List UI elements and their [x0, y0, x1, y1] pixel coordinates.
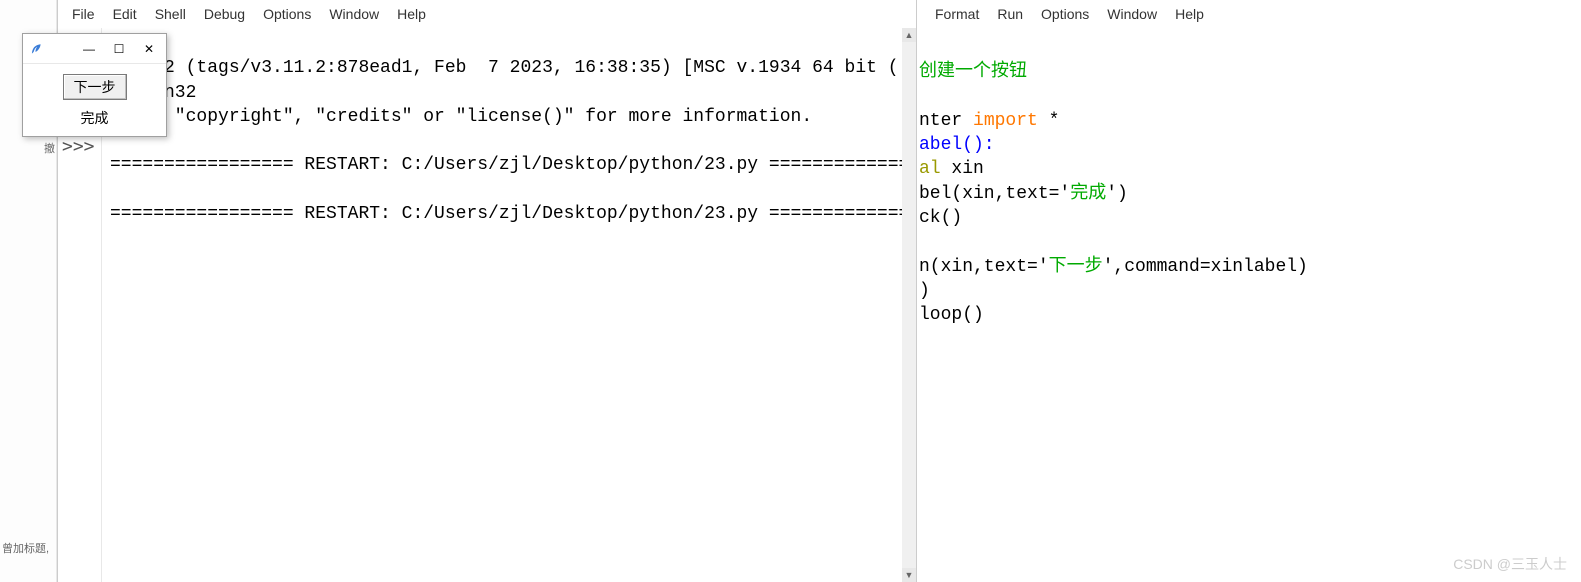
sidebar-add-title-label: 曾加标题, — [2, 540, 49, 556]
menu-file[interactable]: File — [64, 4, 103, 24]
tk-titlebar[interactable]: — ☐ ✕ — [23, 34, 166, 64]
editor-body[interactable]: 创建一个按钮 nter import * abel(): al xin bel(… — [917, 28, 1581, 332]
tk-close-button[interactable]: ✕ — [134, 38, 164, 60]
code-l6: ck() — [919, 208, 962, 228]
menu-edit[interactable]: Edit — [105, 4, 145, 24]
menu-help[interactable]: Help — [389, 4, 434, 24]
editor-menubar: Format Run Options Window Help — [917, 0, 1581, 28]
shell-restart-1: ================= RESTART: C:/Users/zjl/… — [110, 155, 902, 175]
tk-next-button[interactable]: 下一步 — [63, 74, 127, 100]
shell-output[interactable]: 3.11.2 (tags/v3.11.2:878ead1, Feb 7 2023… — [102, 28, 902, 582]
menu-run[interactable]: Run — [989, 4, 1031, 24]
watermark: CSDN @三玉人士 — [1453, 554, 1567, 574]
idle-editor-window: Format Run Options Window Help 创建一个按钮 nt… — [917, 0, 1581, 582]
scroll-up-icon[interactable]: ▲ — [902, 28, 916, 42]
scroll-down-icon[interactable]: ▼ — [902, 568, 916, 582]
menu-options-2[interactable]: Options — [1033, 4, 1097, 24]
sidebar-undo-label: 撤 — [44, 140, 55, 156]
idle-shell-window: File Edit Shell Debug Options Window Hel… — [57, 0, 917, 582]
code-global-kw: al — [919, 159, 941, 179]
shell-scrollbar[interactable]: ▲ ▼ — [902, 28, 916, 582]
code-comment: 创建一个按钮 — [919, 62, 1027, 82]
menu-help-2[interactable]: Help — [1167, 4, 1212, 24]
shell-line-version: 3.11.2 (tags/v3.11.2:878ead1, Feb 7 2023… — [110, 58, 899, 78]
code-l5a: bel(xin,text=' — [919, 184, 1070, 204]
code-l4b: xin — [941, 159, 984, 179]
menu-window[interactable]: Window — [321, 4, 387, 24]
shell-prompt: >>> — [62, 136, 95, 157]
shell-restart-2: ================= RESTART: C:/Users/zjl/… — [110, 204, 902, 224]
tk-maximize-button[interactable]: ☐ — [104, 38, 134, 60]
code-l7b: 下一步 — [1049, 257, 1103, 277]
tk-done-label: 完成 — [81, 108, 109, 128]
code-l3: abel(): — [919, 135, 995, 155]
shell-menubar: File Edit Shell Debug Options Window Hel… — [58, 0, 916, 28]
menu-shell[interactable]: Shell — [147, 4, 194, 24]
tk-feather-icon — [29, 42, 43, 56]
code-l9: loop() — [919, 305, 984, 325]
menu-debug[interactable]: Debug — [196, 4, 253, 24]
tk-body: 下一步 完成 — [23, 64, 166, 136]
menu-options[interactable]: Options — [255, 4, 319, 24]
code-l2a: nter — [919, 111, 973, 131]
code-l8: ) — [919, 281, 930, 301]
menu-window-2[interactable]: Window — [1099, 4, 1165, 24]
menu-format[interactable]: Format — [927, 4, 987, 24]
code-l5b: 完成 — [1070, 184, 1106, 204]
code-l5c: ') — [1106, 184, 1128, 204]
tk-app-window: — ☐ ✕ 下一步 完成 — [22, 33, 167, 137]
shell-line-help: elp", "copyright", "credits" or "license… — [110, 107, 812, 127]
code-import-kw: import — [973, 111, 1038, 131]
code-l2c: * — [1038, 111, 1060, 131]
tk-window-controls: — ☐ ✕ — [74, 38, 164, 60]
tk-minimize-button[interactable]: — — [74, 38, 104, 60]
code-l7c: ',command=xinlabel) — [1103, 257, 1308, 277]
code-l7a: n(xin,text=' — [919, 257, 1049, 277]
